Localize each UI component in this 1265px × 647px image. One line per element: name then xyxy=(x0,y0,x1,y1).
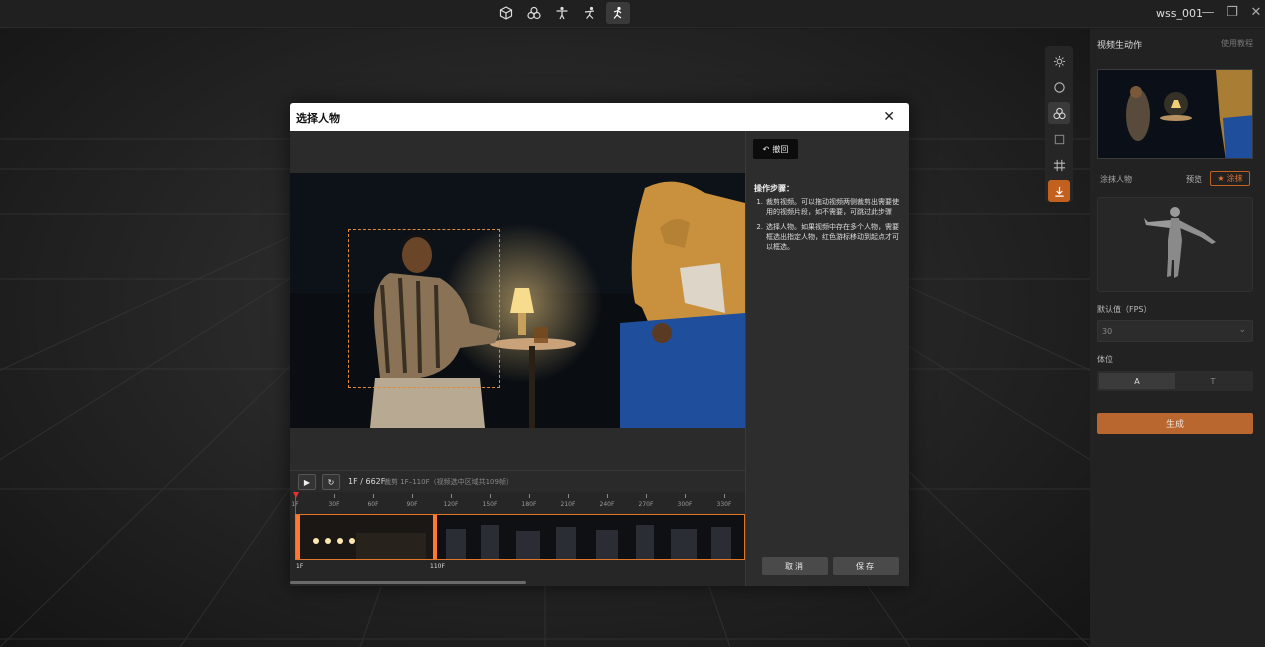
video-preview-area xyxy=(290,131,745,470)
preview-label[interactable]: 预览 xyxy=(1186,174,1202,185)
download-icon[interactable] xyxy=(1048,180,1070,202)
person-selection-box[interactable] xyxy=(348,229,500,388)
timeline[interactable]: 1F 30F 60F 90F 120F 150F 180F 210F 240F … xyxy=(290,492,745,586)
cancel-button[interactable]: 取消 xyxy=(762,557,828,575)
undo-icon: ↶ xyxy=(762,144,770,154)
circle-icon[interactable] xyxy=(1048,76,1070,98)
ruler-label: 60F xyxy=(367,501,379,508)
ruler-label: 150F xyxy=(482,501,498,508)
ruler-label: 30F xyxy=(328,501,340,508)
group-icon[interactable] xyxy=(522,2,546,24)
ruler-label: 330F xyxy=(716,501,732,508)
light-icon[interactable] xyxy=(1048,50,1070,72)
step-text: 裁剪视频。可以拖动视频两侧裁剪出需要使用的视频片段，如不需要，可跳过此步骤 xyxy=(766,198,899,216)
steps-title: 操作步骤： xyxy=(754,184,794,193)
loop-icon[interactable]: ↻ xyxy=(322,474,340,490)
close-icon[interactable]: ✕ xyxy=(883,109,895,125)
mode-toolbar xyxy=(494,2,630,24)
pose-option-t[interactable]: T xyxy=(1175,373,1251,389)
dialog-title: 选择人物 xyxy=(296,112,340,125)
list-item: 1. 裁剪视频。可以拖动视频两侧裁剪出需要使用的视频片段，如不需要，可跳过此步骤 xyxy=(754,197,902,217)
video-frame[interactable] xyxy=(290,173,745,428)
fps-select[interactable]: 30 ⌄ xyxy=(1097,320,1253,342)
trim-start-label: 1F xyxy=(296,563,304,570)
pose-segmented-control: A T xyxy=(1097,371,1253,391)
pose-icon: ★ xyxy=(1217,174,1225,183)
ruler-label: 180F xyxy=(521,501,537,508)
grid-icon[interactable] xyxy=(1048,154,1070,176)
mannequin-icon xyxy=(1144,207,1216,278)
ruler-label: 300F xyxy=(677,501,693,508)
step-text: 选择人物。如果视频中存在多个人物，需要框选出指定人物，红色游标移动到起点才可以框… xyxy=(766,223,899,251)
window-controls: — ❐ ✕ xyxy=(1200,3,1264,21)
close-window-icon[interactable]: ✕ xyxy=(1248,3,1264,21)
instructions-panel: ↶ 撤回 操作步骤： 1. 裁剪视频。可以拖动视频两侧裁剪出需要使用的视频片段，… xyxy=(745,131,909,586)
step-number: 2. xyxy=(756,223,763,231)
minimize-icon[interactable]: — xyxy=(1200,3,1216,21)
pose-icon[interactable] xyxy=(578,2,602,24)
ruler-label: 90F xyxy=(406,501,418,508)
select-person-dialog: 选择人物 ✕ ▶ ↻ 1F / 662F 裁剪 1F–110F（视频选中区域共1… xyxy=(290,103,909,586)
viewport-toolbar xyxy=(1045,46,1073,202)
generate-button[interactable]: 生成 xyxy=(1097,413,1253,434)
pose-label: 体位 xyxy=(1097,355,1113,364)
video-thumbnail[interactable] xyxy=(1097,69,1253,159)
fps-label: 默认值（FPS） xyxy=(1097,305,1152,314)
group-icon[interactable] xyxy=(1048,102,1070,124)
window-title: wss_001 xyxy=(1156,7,1203,20)
fps-value: 30 xyxy=(1102,326,1113,336)
restore-icon[interactable]: ❐ xyxy=(1224,3,1240,21)
steps-list: 1. 裁剪视频。可以拖动视频两侧裁剪出需要使用的视频片段，如不需要，可跳过此步骤… xyxy=(754,197,902,257)
timeline-scrollbar[interactable] xyxy=(290,581,526,584)
frame-counter: 1F / 662F xyxy=(348,477,386,486)
trim-end-label: 110F xyxy=(430,563,445,570)
trim-start-handle[interactable] xyxy=(296,515,300,559)
t-pose-icon[interactable] xyxy=(550,2,574,24)
video-motion-icon[interactable] xyxy=(606,2,630,24)
paint-button-label: 涂抹 xyxy=(1226,174,1243,183)
step-number: 1. xyxy=(756,198,763,206)
ruler-label: 270F xyxy=(638,501,654,508)
playback-controls: ▶ ↻ 1F / 662F 裁剪 1F–110F（视频选中区域共109帧） xyxy=(290,470,745,492)
undo-label: 撤回 xyxy=(772,144,789,154)
frame-icon[interactable] xyxy=(1048,128,1070,150)
save-button[interactable]: 保存 xyxy=(833,557,899,575)
right-panel: 视频生动作 使用教程 涂抹人物 预览 ★ 涂抹 默认值（FPS） 30 ⌄ 体位 xyxy=(1090,29,1265,647)
paint-person-label: 涂抹人物 xyxy=(1100,175,1132,184)
panel-title: 视频生动作 xyxy=(1097,41,1143,51)
ruler-label: 240F xyxy=(599,501,615,508)
timeline-ruler: 1F 30F 60F 90F 120F 150F 180F 210F 240F … xyxy=(290,492,745,514)
dialog-header: 选择人物 ✕ xyxy=(290,103,909,131)
model-preview[interactable] xyxy=(1097,197,1253,292)
undo-button[interactable]: ↶ 撤回 xyxy=(753,139,798,159)
pose-option-a[interactable]: A xyxy=(1099,373,1175,389)
chevron-down-icon: ⌄ xyxy=(1238,325,1246,335)
playhead-marker-icon[interactable] xyxy=(293,492,299,498)
list-item: 2. 选择人物。如果视频中存在多个人物，需要框选出指定人物，红色游标移动到起点才… xyxy=(754,222,902,252)
trim-end-handle[interactable] xyxy=(433,515,437,559)
top-bar: wss_001 — ❐ ✕ xyxy=(0,0,1265,28)
paint-button[interactable]: ★ 涂抹 xyxy=(1210,171,1250,186)
tutorial-link[interactable]: 使用教程 xyxy=(1221,38,1253,49)
crop-range-info: 裁剪 1F–110F（视频选中区域共109帧） xyxy=(384,478,513,486)
ruler-label: 210F xyxy=(560,501,576,508)
video-filmstrip[interactable] xyxy=(295,514,745,560)
ruler-label: 120F xyxy=(443,501,459,508)
play-icon[interactable]: ▶ xyxy=(298,474,316,490)
cube-icon[interactable] xyxy=(494,2,518,24)
